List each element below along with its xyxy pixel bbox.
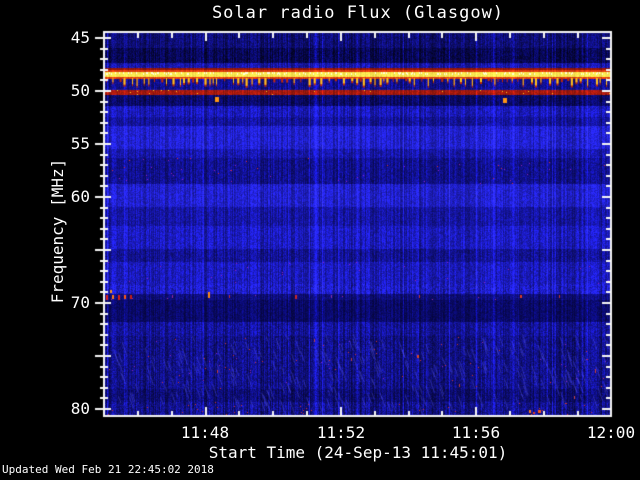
plot-window: Solar radio Flux (Glasgow) Frequency [MH… — [0, 0, 640, 480]
y-tick-label-50: 50 — [70, 81, 90, 100]
y-tick-label-60: 60 — [70, 187, 90, 206]
x-axis-label: Start Time (24-Sep-13 11:45:01) — [208, 443, 508, 462]
x-tick-label-1148: 11:48 — [180, 423, 230, 442]
spectrogram-canvas — [0, 0, 640, 480]
y-tick-label-55: 55 — [70, 134, 90, 153]
y-tick-label-70: 70 — [70, 293, 90, 312]
chart-title: Solar radio Flux (Glasgow) — [211, 3, 505, 23]
y-tick-label-80: 80 — [70, 399, 90, 418]
x-tick-label-1152: 11:52 — [316, 423, 366, 442]
x-tick-label-1200: 12:00 — [586, 423, 636, 442]
y-tick-label-45: 45 — [70, 28, 90, 47]
updated-timestamp: Updated Wed Feb 21 22:45:02 2018 — [2, 463, 214, 476]
x-tick-label-1156: 11:56 — [451, 423, 501, 442]
